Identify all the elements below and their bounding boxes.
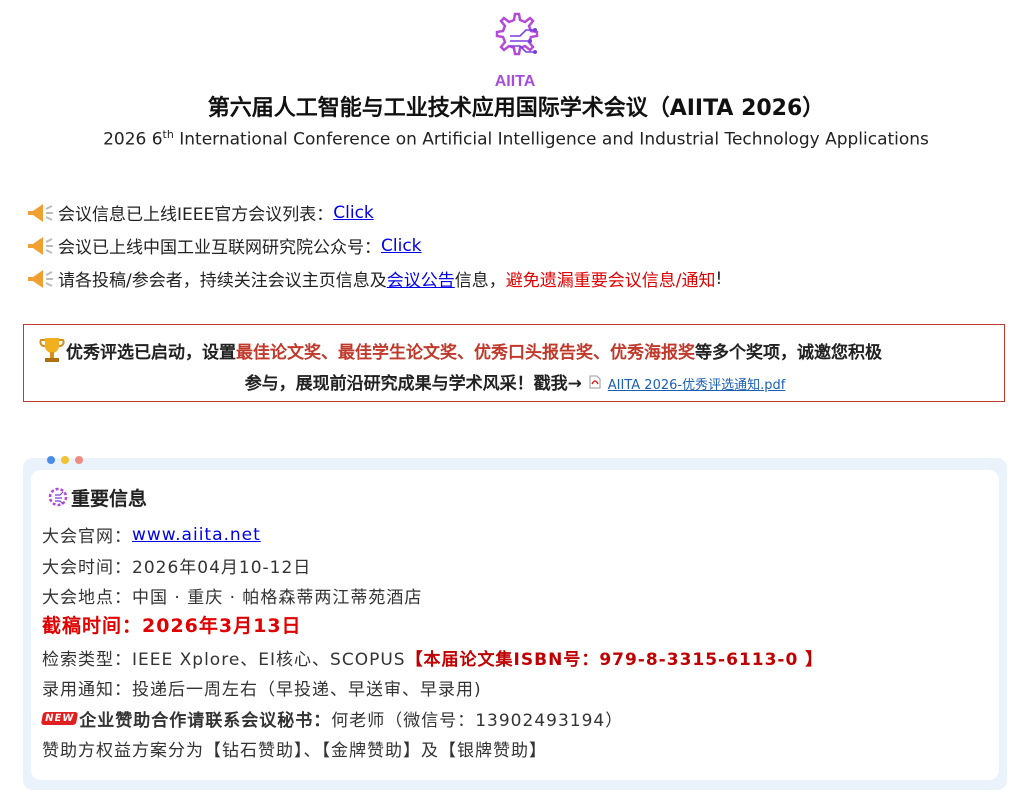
notice-ieee: 会议信息已上线IEEE官方会议列表： Click: [24, 200, 374, 225]
trophy-icon: [39, 338, 65, 362]
pdf-icon: [589, 375, 601, 389]
announcement-link[interactable]: 会议公告: [387, 266, 455, 291]
megaphone-icon: [28, 269, 53, 288]
info-venue: 大会地点：中国 · 重庆 · 帕格森蒂两江蒂苑酒店: [42, 588, 423, 608]
info-title: 重要信息: [45, 484, 147, 511]
notice-follow: 请各投稿/参会者，持续关注会议主页信息及 会议公告 信息， 避免遗漏重要会议信息/通知…: [24, 266, 722, 291]
info-sponsor-plans: 赞助方权益方案分为【钻石赞助】、【金牌赞助】及【银牌赞助】: [42, 741, 547, 761]
info-website: 大会官网： www.aiita.net: [42, 524, 261, 548]
dot-yellow: [61, 456, 69, 464]
info-index: 检索类型：IEEE Xplore、EI核心、SCOPUS 【本届论文集ISBN号：…: [42, 650, 824, 670]
info-deadline: 截稿时间：2026年3月13日: [42, 615, 302, 637]
info-sponsor: NEW 企业赞助合作请联系会议秘书： 何老师（微信号：13902493194）: [40, 706, 623, 731]
window-dots: [47, 456, 83, 464]
new-badge-icon: NEW: [40, 712, 79, 725]
notice-wechat: 会议已上线中国工业互联网研究院公众号： Click: [24, 233, 422, 258]
info-notice: 录用通知：投递后一周左右（早投递、早送审、早录用): [42, 680, 482, 700]
dot-blue: [47, 456, 55, 464]
megaphone-icon: [28, 236, 53, 255]
dot-red: [75, 456, 83, 464]
website-link[interactable]: www.aiita.net: [132, 525, 261, 545]
award-box: 优秀评选已启动，设置 最佳论文奖、最佳学生论文奖、优秀口头报告奖、优秀海报奖 等多个…: [23, 324, 1005, 402]
award-pdf-link[interactable]: AIITA 2026-优秀评选通知.pdf: [608, 378, 786, 393]
ieee-click-link[interactable]: Click: [333, 203, 374, 223]
logo-gear-icon: [48, 487, 68, 506]
page-title: 第六届人工智能与工业技术应用国际学术会议（AIITA 2026）: [207, 96, 825, 121]
info-time: 大会时间：2026年04月10-12日: [42, 558, 312, 578]
page-subtitle: 2026 6th International Conference on Art…: [103, 128, 929, 150]
wechat-click-link[interactable]: Click: [381, 236, 422, 256]
logo-text: AIITA: [495, 73, 536, 90]
info-card: 重要信息 大会官网： www.aiita.net 大会时间：2026年04月10-…: [31, 470, 999, 780]
megaphone-icon: [28, 203, 53, 222]
info-panel: 重要信息 大会官网： www.aiita.net 大会时间：2026年04月10-…: [23, 456, 1007, 790]
logo-gear-icon: AIITA: [495, 12, 539, 90]
